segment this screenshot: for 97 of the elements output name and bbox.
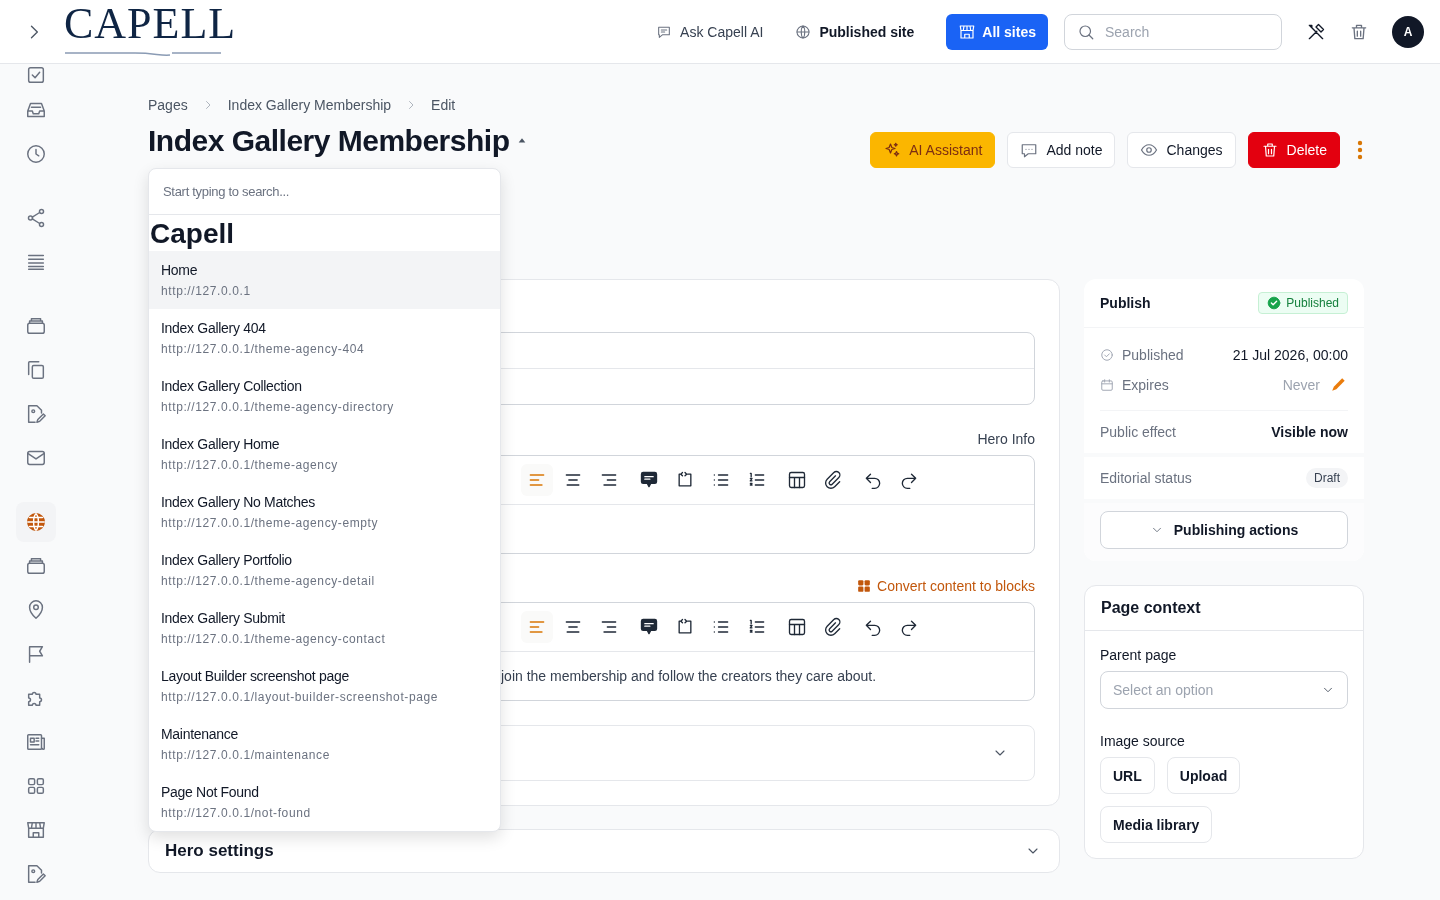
page-title-text: Index Gallery No Matches xyxy=(161,494,316,510)
status-badge: Published xyxy=(1258,292,1348,314)
page-option[interactable]: Home http://127.0.0.1 xyxy=(149,251,500,309)
card-title: Publish xyxy=(1100,295,1151,311)
page-url: http://127.0.0.1/maintenance xyxy=(161,748,331,762)
field-label: Parent page xyxy=(1100,647,1178,663)
published-site-link[interactable]: Published site xyxy=(795,23,915,40)
page-url: http://127.0.0.1 xyxy=(161,284,252,298)
page-title-text: Maintenance xyxy=(161,726,239,742)
check-circle-icon xyxy=(1100,348,1114,362)
blocks-icon xyxy=(857,579,871,593)
page-title: Index Gallery Membership xyxy=(148,123,510,159)
page-option[interactable]: Index Gallery Home http://127.0.0.1/theme-agency xyxy=(149,425,500,483)
globe-icon xyxy=(25,511,47,533)
page-title-text: Page Not Found xyxy=(161,784,260,800)
more-icon[interactable] xyxy=(1356,140,1364,160)
page-title-text: Home xyxy=(161,262,199,278)
clock-icon xyxy=(25,143,47,165)
field-label: Image source xyxy=(1100,733,1186,749)
search-field[interactable]: Search xyxy=(1103,22,1257,41)
comment-icon[interactable] xyxy=(639,470,659,490)
checklist-icon xyxy=(25,64,47,86)
page-url: http://127.0.0.1/theme-agency-detail xyxy=(161,574,376,588)
page-option[interactable]: Index Gallery Collection http://127.0.0.1/theme-agency-directory xyxy=(149,367,500,425)
comment-icon xyxy=(1020,141,1039,159)
sites-button[interactable]: All sites xyxy=(946,13,1048,50)
field-label: Hero Info xyxy=(977,431,1035,447)
calendar-icon xyxy=(1100,378,1114,392)
image-source-button[interactable]: Media library xyxy=(1100,806,1213,843)
publishing-actions-button[interactable]: Publishing actions xyxy=(1100,511,1348,549)
comment-icon[interactable] xyxy=(639,617,659,637)
page-title-text: Index Gallery Portfolio xyxy=(161,552,293,568)
field-label: Expires xyxy=(1122,377,1169,393)
delete-button[interactable]: Delete xyxy=(1247,132,1340,168)
ask-ai-link[interactable]: Ask Capell AI xyxy=(656,23,764,40)
tools-icon[interactable] xyxy=(1306,21,1326,42)
sidebar-item[interactable] xyxy=(16,502,56,542)
copy-icon xyxy=(25,359,47,381)
field-value: 21 Jul 2026, 00:00 xyxy=(1232,347,1348,363)
field-label: Editorial status xyxy=(1100,470,1192,486)
page-option[interactable]: Index Gallery No Matches http://127.0.0.1/theme-agency-empty xyxy=(149,483,500,541)
check-icon xyxy=(1267,296,1282,310)
store-icon xyxy=(958,22,977,41)
trash-icon xyxy=(1260,141,1279,159)
undo-icon[interactable] xyxy=(863,470,883,490)
page-option[interactable]: Index Gallery 404 http://127.0.0.1/theme-agency-404 xyxy=(149,309,500,367)
breadcrumb-link[interactable]: Index Gallery Membership xyxy=(227,97,392,113)
redo-icon[interactable] xyxy=(899,617,919,637)
page-title-text: Index Gallery Collection xyxy=(161,378,303,394)
field-value: Never xyxy=(1282,377,1320,393)
page-option[interactable]: Page Not Found http://127.0.0.1/not-found xyxy=(149,773,500,831)
field-label: Public effect xyxy=(1100,424,1176,440)
card-title: Page context xyxy=(1085,586,1363,631)
eye-icon xyxy=(1140,141,1159,159)
ai-assistant-button[interactable]: AI Assistant xyxy=(870,132,996,168)
page-option[interactable]: Maintenance http://127.0.0.1/maintenance xyxy=(149,715,500,773)
field-value: Visible now xyxy=(1271,424,1348,440)
page-title-text: Index Gallery 404 xyxy=(161,320,267,336)
store-icon xyxy=(25,819,47,841)
breadcrumb-link[interactable]: Pages xyxy=(148,97,188,113)
sparkles-icon xyxy=(883,141,902,159)
page-url: http://127.0.0.1/not-found xyxy=(161,806,312,820)
share-icon xyxy=(25,207,47,229)
page-url: http://127.0.0.1/theme-agency xyxy=(161,458,339,472)
field-label: Published xyxy=(1122,347,1184,363)
page-option[interactable]: Index Gallery Portfolio http://127.0.0.1/theme-agency-detail xyxy=(149,541,500,599)
page-url: http://127.0.0.1/theme-agency-directory xyxy=(161,400,395,414)
image-source-button[interactable]: Upload xyxy=(1166,757,1241,794)
page-url: http://127.0.0.1/theme-agency-404 xyxy=(161,342,366,356)
link-icon[interactable] xyxy=(823,470,843,490)
globe-icon xyxy=(795,23,812,40)
group-heading: Capell xyxy=(149,217,236,251)
image-edit-icon xyxy=(25,403,47,425)
image-edit-icon xyxy=(25,863,47,885)
stack-icon xyxy=(25,555,47,577)
newspaper-icon xyxy=(25,731,47,753)
grid-icon xyxy=(25,775,47,797)
undo-icon[interactable] xyxy=(863,617,883,637)
search-icon xyxy=(1077,22,1095,41)
logo: CAPELL xyxy=(64,4,237,43)
section-title: Hero settings xyxy=(165,841,274,861)
placeholder-text: Select an option xyxy=(1113,682,1214,698)
redo-icon[interactable] xyxy=(899,470,919,490)
stack-icon xyxy=(25,315,47,337)
search-box[interactable]: Search xyxy=(1064,13,1282,50)
page-url: http://127.0.0.1/theme-agency-empty xyxy=(161,516,380,530)
changes-button[interactable]: Changes xyxy=(1127,132,1236,168)
table-icon[interactable] xyxy=(787,617,807,637)
add-note-button[interactable]: Add note xyxy=(1007,132,1116,168)
link-icon[interactable] xyxy=(823,617,843,637)
user-avatar[interactable]: A xyxy=(1392,15,1424,48)
page-title-text: Index Gallery Home xyxy=(161,436,281,452)
convert-link[interactable]: Convert content to blocks xyxy=(857,578,1035,594)
editor-text: join the membership and follow the creators they care about. xyxy=(501,668,877,684)
image-source-button[interactable]: URL xyxy=(1100,757,1155,794)
table-icon[interactable] xyxy=(787,470,807,490)
status-pill: Draft xyxy=(1306,468,1348,488)
